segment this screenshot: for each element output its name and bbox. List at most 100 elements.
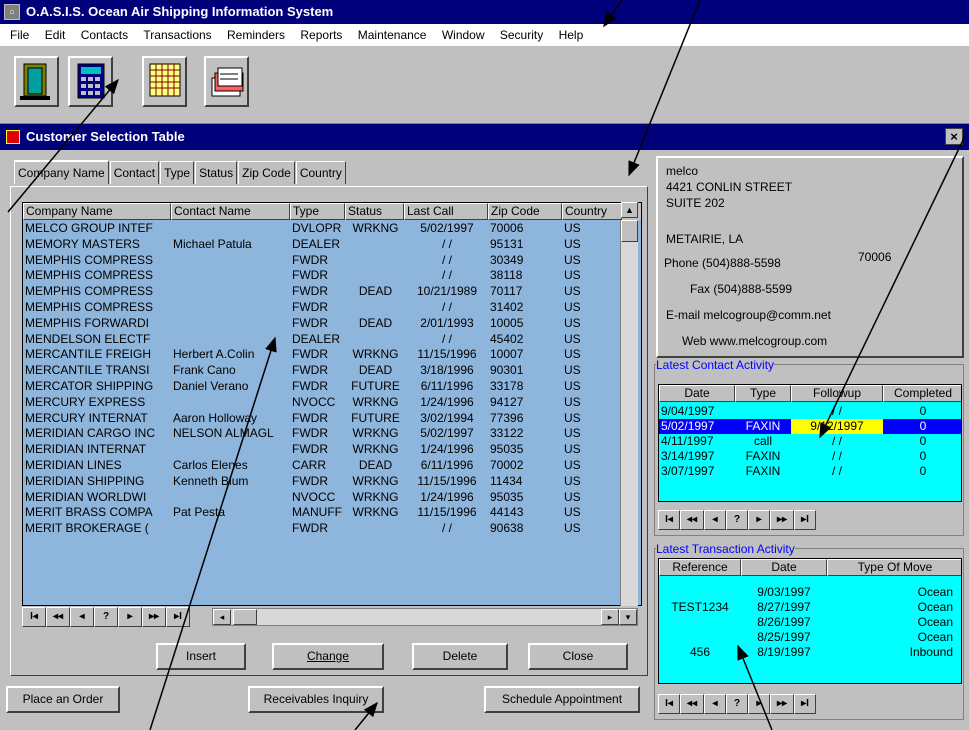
tab-country[interactable]: Country	[295, 161, 346, 184]
place-order-button[interactable]: Place an Order	[6, 686, 120, 713]
menu-file[interactable]: File	[10, 28, 29, 42]
transaction-activity-grid[interactable]: Reference Date Type Of Move 9/03/1997 Oce…	[658, 558, 962, 684]
nav-find-button[interactable]: ?	[94, 607, 118, 627]
nav-prev-button[interactable]: ◂	[70, 607, 94, 627]
scroll-down-button[interactable]: ▾	[619, 609, 637, 625]
table-row[interactable]: MERCURY EXPRESS NVOCC WRKNG 1/24/1996 94127 U…	[23, 395, 623, 410]
list-item[interactable]: TEST1234 8/27/1997 Ocean	[659, 600, 961, 615]
ca-col-type[interactable]: Type	[735, 385, 791, 402]
ta-nav-find-button[interactable]: ?	[726, 694, 748, 714]
ca-nav-next-button[interactable]: ▸	[748, 510, 770, 530]
tab-zip-code[interactable]: Zip Code	[238, 161, 295, 184]
scroll-up-button[interactable]: ▲	[621, 202, 638, 218]
nav-first-button[interactable]: I◂	[22, 607, 46, 627]
tab-contact[interactable]: Contact	[109, 161, 160, 184]
insert-button[interactable]: Insert	[156, 643, 246, 670]
nav-next-button[interactable]: ▸	[118, 607, 142, 627]
table-row[interactable]: MEMPHIS COMPRESS FWDR / / 38118 US	[23, 268, 623, 283]
cardfile-button[interactable]	[204, 56, 249, 107]
grid-horizontal-scrollbar[interactable]: ◂ ▸ ▾	[212, 608, 638, 626]
scroll-left-button[interactable]: ◂	[213, 609, 231, 625]
col-status[interactable]: Status	[345, 203, 404, 220]
table-row[interactable]: MERIDIAN WORLDWI NVOCC WRKNG 1/24/1996 95035…	[23, 490, 623, 505]
menu-help[interactable]: Help	[559, 28, 584, 42]
col-last-call[interactable]: Last Call	[404, 203, 488, 220]
close-button[interactable]: Close	[528, 643, 628, 670]
table-row[interactable]: MERIDIAN SHIPPING Kenneth Blum FWDR WRKNG 11…	[23, 474, 623, 489]
ca-nav-last-button[interactable]: ▸I	[794, 510, 816, 530]
nav-prev-page-button[interactable]: ◂◂	[46, 607, 70, 627]
menu-reports[interactable]: Reports	[300, 28, 342, 42]
ta-nav-last-button[interactable]: ▸I	[794, 694, 816, 714]
change-button[interactable]: Change	[272, 643, 384, 670]
table-row[interactable]: MEMPHIS COMPRESS FWDR / / 31402 US	[23, 300, 623, 315]
ca-col-date[interactable]: Date	[659, 385, 735, 402]
col-company-name[interactable]: Company Name	[23, 203, 171, 220]
table-row[interactable]: MERCATOR SHIPPING Daniel Verano FWDR FUTURE…	[23, 379, 623, 394]
ta-nav-next-button[interactable]: ▸	[748, 694, 770, 714]
close-window-button[interactable]: ×	[945, 128, 963, 145]
menu-transactions[interactable]: Transactions	[143, 28, 211, 42]
ta-nav-prev-button[interactable]: ◂	[704, 694, 726, 714]
table-row[interactable]: MERIDIAN INTERNAT FWDR WRKNG 1/24/1996 95035…	[23, 442, 623, 457]
list-item[interactable]: 3/14/1997 FAXIN / / 0	[659, 449, 961, 464]
ta-nav-next-page-button[interactable]: ▸▸	[770, 694, 794, 714]
table-row[interactable]: MEMPHIS COMPRESS FWDR DEAD 10/21/1989 70117 U…	[23, 284, 623, 299]
list-item[interactable]: 9/03/1997 Ocean	[659, 585, 961, 600]
ta-col-reference[interactable]: Reference	[659, 559, 741, 576]
list-item[interactable]: 5/02/1997 FAXIN 9/12/1997 0	[659, 419, 961, 434]
table-row[interactable]: MERCURY INTERNAT Aaron Holloway FWDR FUTURE…	[23, 411, 623, 426]
tab-status[interactable]: Status	[195, 161, 238, 184]
tab-type[interactable]: Type	[160, 161, 195, 184]
table-row[interactable]: MERIDIAN CARGO INC NELSON ALMAGL FWDR WRKNG…	[23, 426, 623, 441]
tab-company-name[interactable]: Company Name	[14, 160, 109, 184]
calculator-button[interactable]	[68, 56, 113, 107]
col-country[interactable]: Country	[562, 203, 622, 220]
table-button[interactable]	[142, 56, 187, 107]
table-row[interactable]: MEMPHIS COMPRESS FWDR / / 30349 US	[23, 253, 623, 268]
schedule-appointment-button[interactable]: Schedule Appointment	[484, 686, 640, 713]
table-row[interactable]: MENDELSON ELECTF DEALER / / 45402 US	[23, 332, 623, 347]
list-item[interactable]: 456 8/19/1997 Inbound	[659, 645, 961, 660]
list-item[interactable]: 4/11/1997 call / / 0	[659, 434, 961, 449]
col-contact-name[interactable]: Contact Name	[171, 203, 290, 220]
table-row[interactable]: MELCO GROUP INTEF DVLOPR WRKNG 5/02/1997 700…	[23, 221, 623, 236]
customer-grid[interactable]: Company Name Contact Name Type Status La…	[22, 202, 642, 606]
ca-nav-first-button[interactable]: I◂	[658, 510, 680, 530]
ta-col-type-of-move[interactable]: Type Of Move	[827, 559, 961, 576]
menu-window[interactable]: Window	[442, 28, 485, 42]
table-row[interactable]: MEMPHIS FORWARDI FWDR DEAD 2/01/1993 10005 US	[23, 316, 623, 331]
scroll-thumb[interactable]	[621, 220, 638, 242]
list-item[interactable]: 8/25/1997 Ocean	[659, 630, 961, 645]
grid-vertical-scrollbar[interactable]: ▲	[620, 202, 638, 606]
ta-nav-first-button[interactable]: I◂	[658, 694, 680, 714]
ca-col-followup[interactable]: Followup	[791, 385, 883, 402]
ca-nav-find-button[interactable]: ?	[726, 510, 748, 530]
contact-activity-grid[interactable]: Date Type Followup Completed 9/04/1997 / …	[658, 384, 962, 502]
ta-col-date[interactable]: Date	[741, 559, 827, 576]
ca-col-completed[interactable]: Completed	[883, 385, 961, 402]
ca-nav-next-page-button[interactable]: ▸▸	[770, 510, 794, 530]
nav-next-page-button[interactable]: ▸▸	[142, 607, 166, 627]
table-row[interactable]: MERIT BRASS COMPA Pat Pesta MANUFF WRKNG 11/…	[23, 505, 623, 520]
list-item[interactable]: 3/07/1997 FAXIN / / 0	[659, 464, 961, 479]
col-type[interactable]: Type	[290, 203, 345, 220]
ta-nav-prev-page-button[interactable]: ◂◂	[680, 694, 704, 714]
table-row[interactable]: MEMORY MASTERS Michael Patula DEALER / / 951…	[23, 237, 623, 252]
menu-maintenance[interactable]: Maintenance	[358, 28, 427, 42]
list-item[interactable]: 8/26/1997 Ocean	[659, 615, 961, 630]
list-item[interactable]: 9/04/1997 / / 0	[659, 404, 961, 419]
ca-nav-prev-button[interactable]: ◂	[704, 510, 726, 530]
menu-edit[interactable]: Edit	[45, 28, 66, 42]
table-row[interactable]: MERIT BROKERAGE (FWDR / / 90638 US	[23, 521, 623, 536]
table-row[interactable]: MERCANTILE FREIGH Herbert A.Colin FWDR WRKN…	[23, 347, 623, 362]
menu-reminders[interactable]: Reminders	[227, 28, 285, 42]
hscroll-thumb[interactable]	[233, 609, 257, 625]
table-row[interactable]: MERCANTILE TRANSI Frank Cano FWDR DEAD 3/18/…	[23, 363, 623, 378]
receivables-inquiry-button[interactable]: Receivables Inquiry	[248, 686, 384, 713]
scroll-right-button[interactable]: ▸	[601, 609, 619, 625]
exit-button[interactable]	[14, 56, 59, 107]
ca-nav-prev-page-button[interactable]: ◂◂	[680, 510, 704, 530]
col-zip-code[interactable]: Zip Code	[488, 203, 562, 220]
table-row[interactable]: MERIDIAN LINES Carlos Elenes CARR DEAD 6/11/…	[23, 458, 623, 473]
